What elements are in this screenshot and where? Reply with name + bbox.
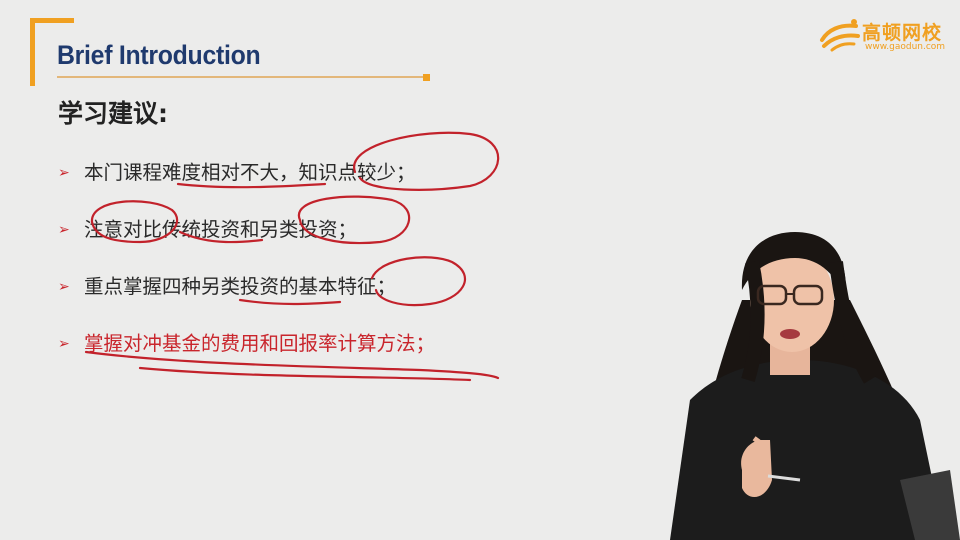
presenter-video xyxy=(670,232,960,540)
lecture-slide: Brief Introduction 高顿网校 www.gaodun.com 学… xyxy=(0,0,960,540)
